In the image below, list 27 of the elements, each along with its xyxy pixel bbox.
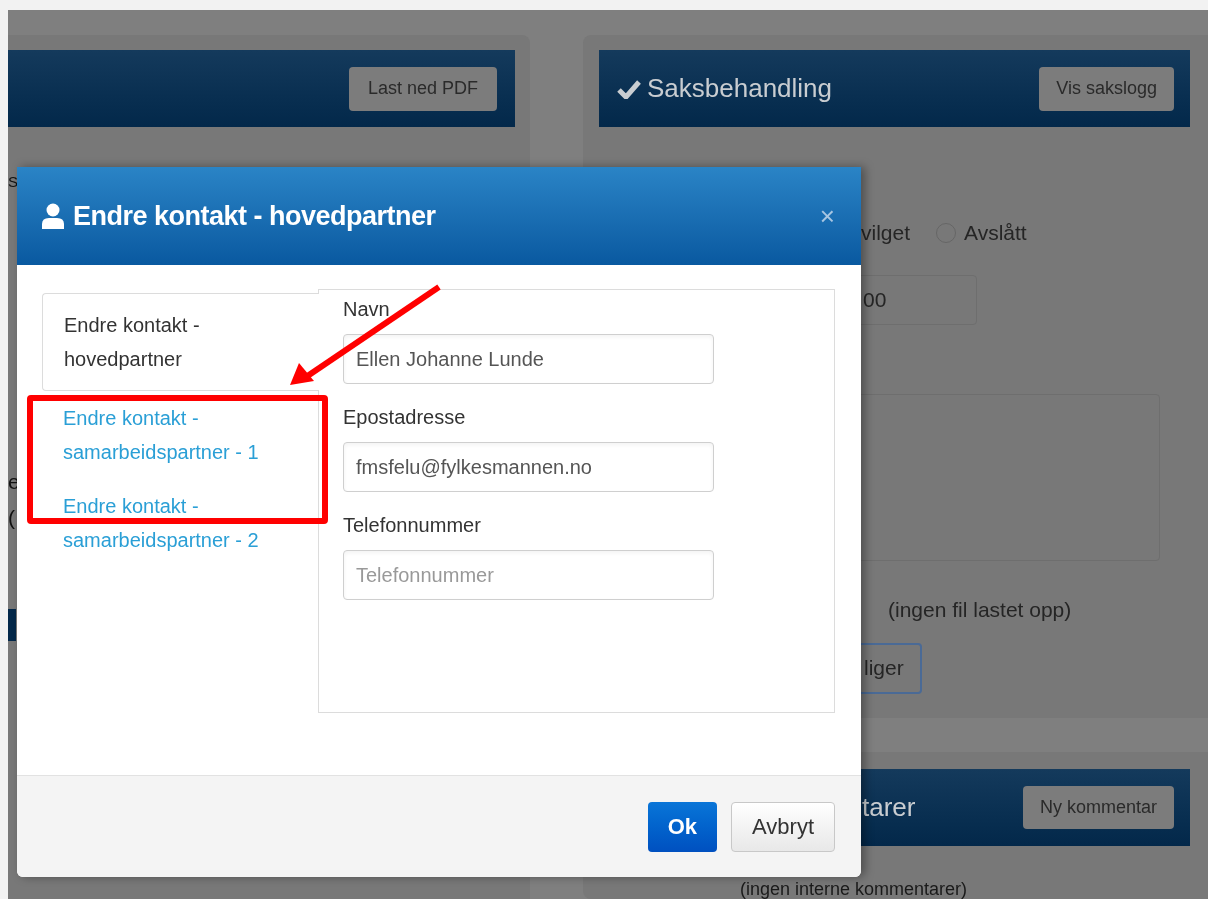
option-label: vilget [861,220,911,247]
cut-off-text: S [8,172,18,192]
empty-comments-text: (ingen interne kommentarer) [739,880,969,898]
close-button[interactable]: × [819,203,835,229]
input-field[interactable]: Ellen Johanne Lunde [343,334,714,384]
dialog-title: Endre kontakt - hovedpartner [73,199,436,233]
view-log-button[interactable]: Vis sakslogg [1039,66,1174,111]
radio-label: Avslått [964,220,1027,247]
panel-title: tarer [862,791,916,824]
field-label: Epostadresse [343,405,467,430]
input-field[interactable]: fmsfelu@fylkesmannen.no [343,442,714,492]
field-label: Telefonnummer [343,513,482,538]
tab[interactable]: Endre kontakt - samarbeidspartner - 2 [42,479,318,567]
panel-header [8,609,16,641]
download-pdf-button[interactable]: Last ned PDF [348,66,497,111]
user-icon [41,203,65,229]
panel-title: Saksbehandling [647,72,833,105]
input-field[interactable]: Telefonnummer [343,550,714,600]
new-comment-button[interactable]: Ny kommentar [1022,786,1174,829]
tab[interactable]: Endre kontakt - samarbeidspartner - 1 [42,391,318,479]
check-icon [617,78,641,99]
cancel-button[interactable]: Avbryt [731,801,835,852]
cut-off-text: ( [8,505,15,531]
ok-button[interactable]: Ok [647,801,718,852]
field-label: Navn [343,297,391,322]
tab[interactable]: Endre kontakt - hovedpartner [42,293,319,391]
file-note: (ingen fil lastet opp) [887,597,1073,623]
